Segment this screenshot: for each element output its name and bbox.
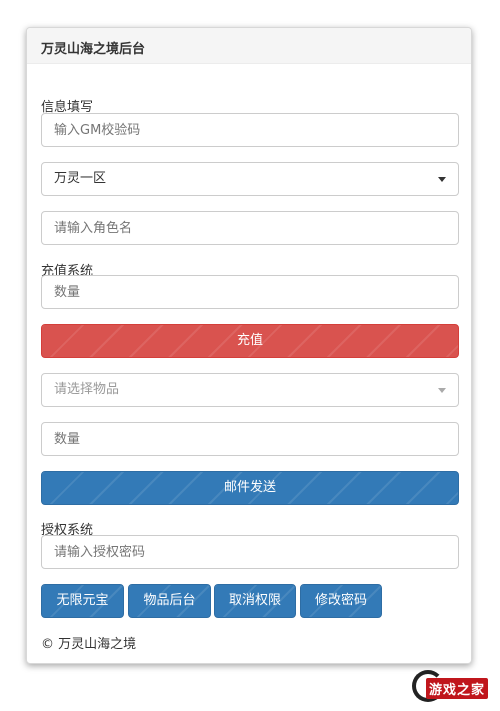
panel-title: 万灵山海之境后台 bbox=[27, 28, 471, 64]
chevron-down-icon bbox=[438, 388, 446, 393]
server-select-value: 万灵一区 bbox=[54, 171, 107, 186]
chevron-down-icon bbox=[438, 177, 446, 182]
unlimited-currency-button[interactable]: 无限元宝 bbox=[41, 584, 124, 618]
item-select[interactable]: 请选择物品 bbox=[41, 373, 459, 407]
recharge-amount-input[interactable] bbox=[41, 275, 459, 309]
footer-copyright: © 万灵山海之境 bbox=[41, 637, 137, 652]
send-mail-button[interactable]: 邮件发送 bbox=[41, 471, 459, 505]
recharge-button[interactable]: 充值 bbox=[41, 324, 459, 358]
watermark-text: 游戏之家 bbox=[426, 678, 489, 699]
item-select-value: 请选择物品 bbox=[54, 382, 120, 397]
item-quantity-input[interactable] bbox=[41, 422, 459, 456]
gm-code-input[interactable] bbox=[41, 113, 459, 147]
auth-password-input[interactable] bbox=[41, 535, 459, 569]
item-admin-button[interactable]: 物品后台 bbox=[128, 584, 211, 618]
admin-panel: 万灵山海之境后台 信息填写 万灵一区 充值系统 充值 请选择物品 邮件发送 授权… bbox=[26, 27, 472, 664]
watermark-logo: 游戏之家 bbox=[412, 668, 496, 704]
server-select[interactable]: 万灵一区 bbox=[41, 162, 459, 196]
role-name-input[interactable] bbox=[41, 211, 459, 245]
change-password-button[interactable]: 修改密码 bbox=[300, 584, 382, 618]
revoke-permission-button[interactable]: 取消权限 bbox=[214, 584, 296, 618]
